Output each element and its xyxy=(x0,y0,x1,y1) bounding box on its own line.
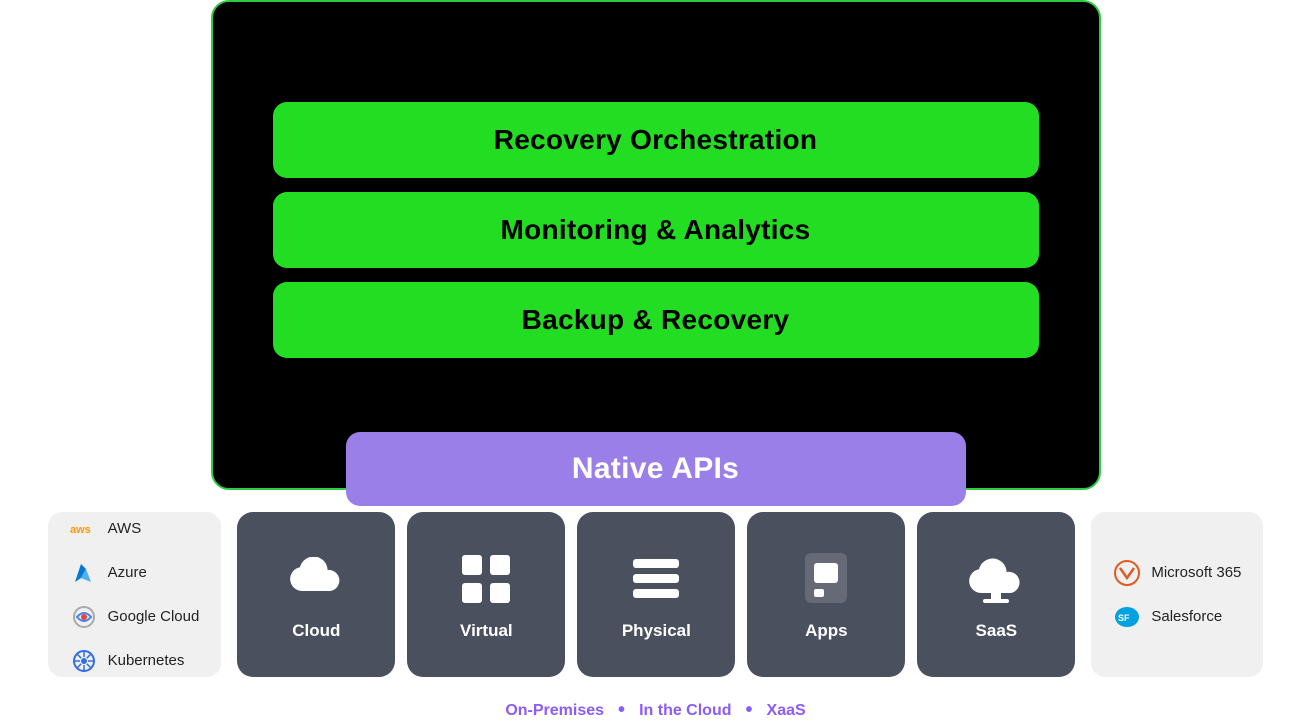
card-virtual-label: Virtual xyxy=(460,621,513,641)
left-panel-item-k8s: Kubernetes xyxy=(70,647,200,675)
m365-icon xyxy=(1113,559,1141,587)
recovery-orchestration-pill: Recovery Orchestration xyxy=(273,102,1039,178)
apps-icon xyxy=(796,549,856,609)
svg-text:aws: aws xyxy=(70,524,91,536)
card-physical-label: Physical xyxy=(622,621,691,641)
card-apps: Apps xyxy=(747,512,905,677)
native-apis-bar: Native APIs xyxy=(346,432,966,506)
card-saas: SaaS xyxy=(917,512,1075,677)
virtual-icon xyxy=(456,549,516,609)
k8s-label: Kubernetes xyxy=(108,652,185,669)
left-panel-item-gcloud: Google Cloud xyxy=(70,603,200,631)
backup-recovery-pill: Backup & Recovery xyxy=(273,282,1039,358)
native-apis-label: Native APIs xyxy=(572,452,739,485)
dot-1: • xyxy=(618,699,625,722)
xaas-label: XaaS xyxy=(767,702,806,720)
inthecloud-label: In the Cloud xyxy=(639,702,731,720)
right-panel-item-m365: Microsoft 365 xyxy=(1113,559,1241,587)
card-physical: Physical xyxy=(577,512,735,677)
main-diagram: Recovery Orchestration Monitoring & Anal… xyxy=(0,0,1311,728)
platform-box: Recovery Orchestration Monitoring & Anal… xyxy=(211,0,1101,490)
card-saas-label: SaaS xyxy=(976,621,1018,641)
right-panel: Microsoft 365 SF Salesforce xyxy=(1091,512,1263,677)
bottom-text: On-Premises • In the Cloud • XaaS xyxy=(505,699,805,722)
card-apps-label: Apps xyxy=(805,621,848,641)
svg-text:SF: SF xyxy=(1118,613,1130,623)
cards-row: aws AWS Azure xyxy=(0,512,1311,677)
m365-label: Microsoft 365 xyxy=(1151,564,1241,581)
card-cloud-label: Cloud xyxy=(292,621,340,641)
azure-label: Azure xyxy=(108,564,147,581)
right-panel-item-salesforce: SF Salesforce xyxy=(1113,603,1241,631)
cloud-icon xyxy=(286,549,346,609)
salesforce-label: Salesforce xyxy=(1151,608,1222,625)
k8s-icon xyxy=(70,647,98,675)
card-virtual: Virtual xyxy=(407,512,565,677)
monitoring-analytics-pill: Monitoring & Analytics xyxy=(273,192,1039,268)
left-panel-item-azure: Azure xyxy=(70,559,200,587)
saas-icon xyxy=(966,549,1026,609)
salesforce-icon: SF xyxy=(1113,603,1141,631)
azure-icon xyxy=(70,559,98,587)
dot-2: • xyxy=(746,699,753,722)
aws-icon: aws xyxy=(70,515,98,543)
physical-icon xyxy=(626,549,686,609)
gcloud-label: Google Cloud xyxy=(108,608,200,625)
card-cloud: Cloud xyxy=(237,512,395,677)
aws-label: AWS xyxy=(108,520,142,537)
gcloud-icon xyxy=(70,603,98,631)
left-panel: aws AWS Azure xyxy=(48,512,222,677)
onpremises-label: On-Premises xyxy=(505,702,604,720)
left-panel-item-aws: aws AWS xyxy=(70,515,200,543)
